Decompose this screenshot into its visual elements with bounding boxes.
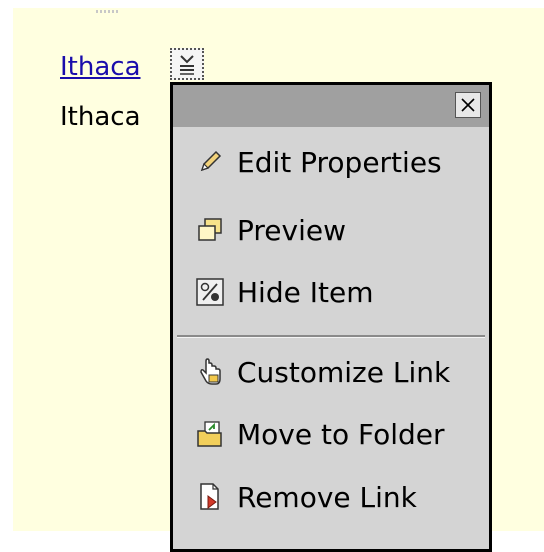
- menu-item-customize-link[interactable]: Customize Link: [173, 345, 489, 399]
- close-icon: [461, 98, 475, 112]
- menu-titlebar: [173, 85, 489, 127]
- ithaca-label: Ithaca: [60, 102, 141, 132]
- menu-item-label: Move to Folder: [237, 417, 445, 451]
- menu-item-label: Preview: [237, 213, 346, 247]
- pencil-icon: [193, 145, 227, 179]
- menu-item-label: Customize Link: [237, 355, 451, 389]
- menu-item-label: Hide Item: [237, 275, 374, 309]
- percent-hide-icon: [193, 275, 227, 309]
- menu-item-edit-properties[interactable]: Edit Properties: [173, 135, 489, 189]
- menu-separator: [177, 335, 485, 338]
- folder-move-icon: [193, 417, 227, 451]
- menu-item-hide-item[interactable]: Hide Item: [173, 265, 489, 319]
- ithaca-link[interactable]: Ithaca: [60, 54, 141, 80]
- chevron-down-icon: [180, 55, 194, 75]
- page: Ithaca Ithaca Edit Properties Preview Hi…: [0, 0, 544, 552]
- page-remove-icon: [193, 480, 227, 514]
- menu-item-preview[interactable]: Preview: [173, 203, 489, 257]
- preview-window-icon: [193, 213, 227, 247]
- drag-grip-icon[interactable]: [96, 10, 120, 13]
- menu-item-label: Edit Properties: [237, 145, 442, 179]
- item-menu-button[interactable]: [170, 48, 204, 80]
- menu-item-move-to-folder[interactable]: Move to Folder: [173, 407, 489, 461]
- hand-pointer-icon: [193, 355, 227, 389]
- menu-item-label: Remove Link: [237, 480, 417, 514]
- context-menu: Edit Properties Preview Hide Item Custom…: [170, 82, 492, 552]
- menu-item-remove-link[interactable]: Remove Link: [173, 470, 489, 524]
- close-button[interactable]: [455, 92, 481, 118]
